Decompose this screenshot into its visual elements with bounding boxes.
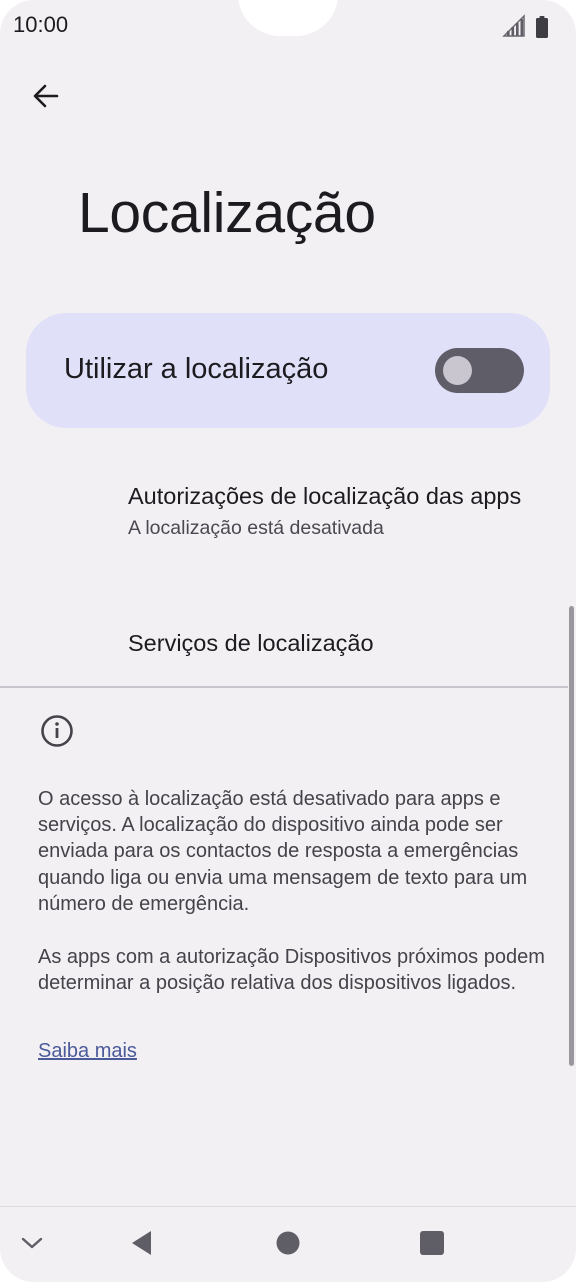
page-title: Localização bbox=[78, 181, 376, 245]
settings-screen: 10:00 Localização Utilizar a localização… bbox=[0, 0, 576, 1282]
switch-knob bbox=[443, 356, 472, 385]
app-location-permissions-subtitle: A localização está desativada bbox=[128, 517, 384, 539]
location-services-title: Serviços de localização bbox=[128, 630, 374, 656]
divider bbox=[0, 686, 568, 688]
nav-collapse-button[interactable] bbox=[2, 1207, 62, 1282]
status-bar: 10:00 bbox=[0, 0, 576, 54]
recents-square-icon bbox=[419, 1230, 445, 1261]
list-item-app-location-permissions[interactable]: Autorizações de localização das apps A l… bbox=[128, 481, 528, 541]
nav-recents-button[interactable] bbox=[402, 1207, 462, 1282]
app-location-permissions-title: Autorizações de localização das apps bbox=[128, 483, 522, 509]
navigation-bar bbox=[0, 1206, 576, 1282]
home-circle-icon bbox=[275, 1230, 301, 1261]
back-triangle-icon bbox=[129, 1229, 155, 1262]
back-arrow-icon bbox=[31, 81, 61, 116]
list-item-location-services[interactable]: Serviços de localização bbox=[128, 628, 548, 659]
status-icons bbox=[502, 14, 548, 38]
info-icon bbox=[40, 714, 74, 748]
battery-icon bbox=[536, 16, 548, 38]
use-location-label: Utilizar a localização bbox=[64, 353, 329, 385]
use-location-toggle-row[interactable]: Utilizar a localização bbox=[26, 313, 550, 428]
scrollbar[interactable] bbox=[569, 606, 574, 1066]
learn-more-link[interactable]: Saiba mais bbox=[38, 1040, 137, 1063]
status-time: 10:00 bbox=[13, 12, 69, 37]
signal-icon bbox=[502, 14, 526, 38]
use-location-switch[interactable] bbox=[435, 348, 524, 393]
chevron-down-icon bbox=[19, 1230, 45, 1261]
nav-home-button[interactable] bbox=[258, 1207, 318, 1282]
nav-back-button[interactable] bbox=[112, 1207, 172, 1282]
nearby-devices-info-text: As apps com a autorização Dispositivos p… bbox=[38, 946, 545, 995]
back-button[interactable] bbox=[24, 76, 68, 120]
location-disabled-info-text: O acesso à localização está desativado p… bbox=[38, 788, 528, 915]
